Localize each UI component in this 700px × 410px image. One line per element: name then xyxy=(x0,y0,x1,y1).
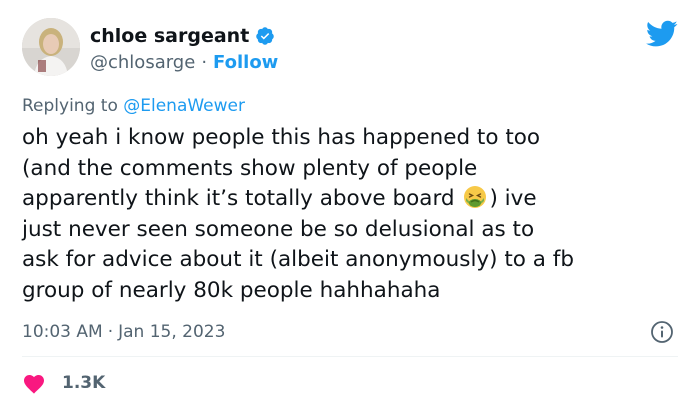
nauseated-face-icon xyxy=(463,185,487,209)
like-button[interactable]: 1.3K xyxy=(22,370,105,396)
tweet-line: group of nearly 80k people hahhahaha xyxy=(22,277,441,303)
replying-to-label: Replying to xyxy=(22,96,118,116)
handle-row: @chlosarge · Follow xyxy=(90,50,278,74)
avatar[interactable] xyxy=(22,18,80,76)
tweet-line: just never seen someone be so delusional… xyxy=(22,216,535,242)
verified-badge-icon xyxy=(255,26,275,46)
display-name-row: chloe sargeant xyxy=(90,22,275,50)
replying-to: Replying to @ElenaWewer xyxy=(22,96,245,116)
tweet-line-text: ) ive xyxy=(489,186,537,211)
tweet-line: ask for advice about it (albeit anonymou… xyxy=(22,247,575,272)
tweet-date[interactable]: Jan 15, 2023 xyxy=(118,322,225,342)
reply-mention-link[interactable]: @ElenaWewer xyxy=(123,96,245,116)
handle[interactable]: @chlosarge xyxy=(90,52,195,73)
tweet-line: (and the comments show plenty of people xyxy=(22,155,478,181)
tweet-line-with-emoji: apparently think it’s totally above boar… xyxy=(22,184,678,215)
like-count: 1.3K xyxy=(62,373,106,393)
display-name[interactable]: chloe sargeant xyxy=(90,25,249,47)
tweet-time[interactable]: 10:03 AM xyxy=(22,322,103,342)
divider xyxy=(22,356,678,357)
info-icon[interactable] xyxy=(650,320,674,344)
tweet-line-text: apparently think it’s totally above boar… xyxy=(22,186,455,211)
follow-button[interactable]: Follow xyxy=(213,52,278,73)
heart-icon xyxy=(24,375,44,394)
tweet-line: oh yeah i know people this has happened … xyxy=(22,125,541,150)
twitter-bird-icon[interactable] xyxy=(646,20,678,48)
separator-dot: · xyxy=(201,51,208,73)
timestamp-row[interactable]: 10:03 AM · Jan 15, 2023 xyxy=(22,320,225,344)
tweet-text: oh yeah i know people this has happened … xyxy=(22,123,678,306)
tweet-card: chloe sargeant @chlosarge · Follow Reply… xyxy=(0,0,700,410)
separator-dot: · xyxy=(107,322,114,342)
